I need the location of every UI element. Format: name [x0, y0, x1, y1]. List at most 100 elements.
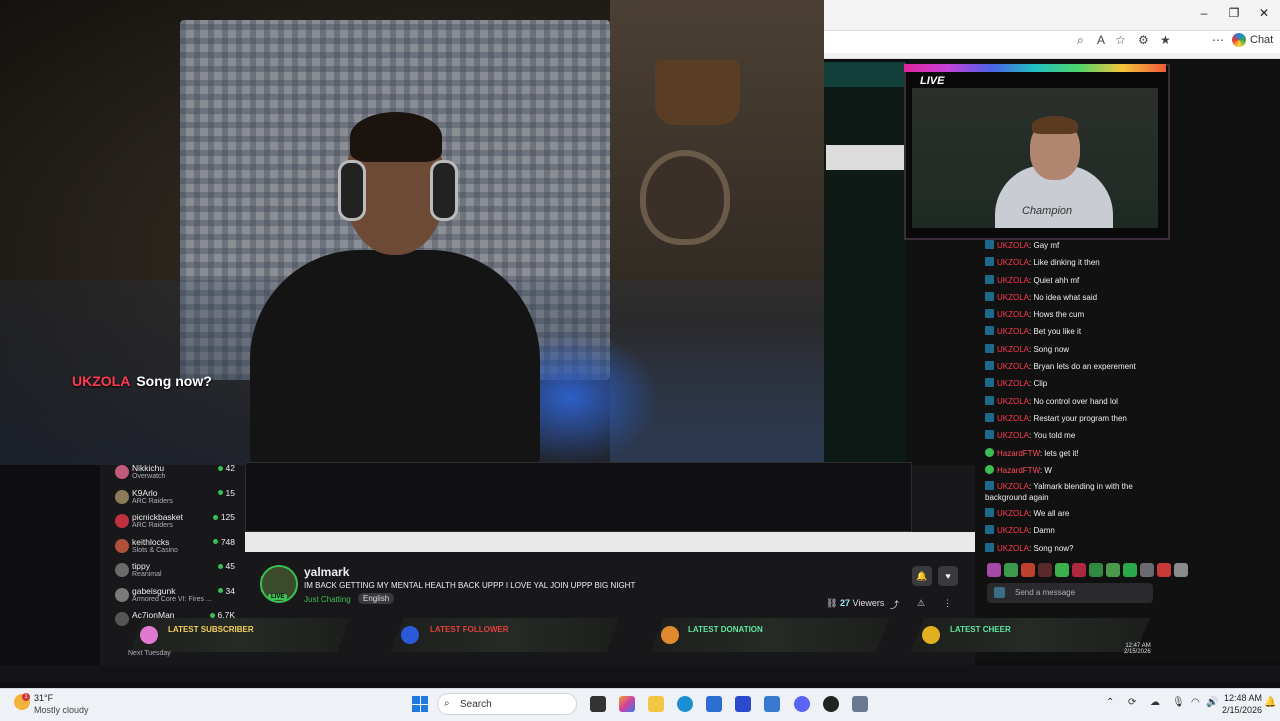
- volume-icon[interactable]: 🔊: [1206, 697, 1218, 708]
- tray-cloud-icon[interactable]: ☁: [1150, 697, 1160, 708]
- viewers-icon: ⛓: [826, 598, 838, 608]
- windows-start-icon[interactable]: [412, 696, 428, 712]
- tray-app-icon[interactable]: ⟳: [1128, 697, 1136, 708]
- weather-description[interactable]: Mostly cloudy: [34, 705, 89, 715]
- channel-viewer-count: 42: [225, 463, 235, 473]
- more-menu-icon[interactable]: ⋯: [1212, 33, 1224, 47]
- chat-text: W: [1044, 465, 1052, 475]
- chat-text: We all are: [1033, 509, 1070, 519]
- followed-channel-item[interactable]: K9Arlo ARC Raiders 15: [110, 487, 240, 512]
- favorite-star-icon[interactable]: ☆: [1115, 33, 1126, 47]
- followed-channel-item[interactable]: Nikkichu Overwatch 42: [110, 462, 240, 487]
- edge-browser-icon[interactable]: [677, 696, 693, 712]
- microphone-icon[interactable]: 🎙: [1172, 697, 1185, 708]
- emote-icon[interactable]: [1123, 563, 1137, 577]
- share-icon[interactable]: ⤴: [890, 598, 899, 611]
- chat-username[interactable]: UKZOLA: [997, 258, 1029, 267]
- chat-username[interactable]: UKZOLA: [997, 526, 1029, 535]
- stream-title: IM BACK GETTING MY MENTAL HEALTH BACK UP…: [304, 581, 636, 590]
- subscriber-star-icon: [140, 626, 158, 644]
- emote-icon[interactable]: [1055, 563, 1069, 577]
- chat-username[interactable]: UKZOLA: [997, 379, 1029, 388]
- task-view-icon[interactable]: [590, 696, 606, 712]
- mail-icon[interactable]: [764, 696, 780, 712]
- apple-decoration: [640, 150, 730, 245]
- emote-icon[interactable]: [1174, 563, 1188, 577]
- followed-channel-item[interactable]: gabeisgunk Armored Core VI: Fires ... 34: [110, 585, 240, 610]
- nested-windows-taskbar: [0, 665, 1280, 682]
- follow-heart-icon[interactable]: ♥: [938, 566, 958, 586]
- wifi-icon[interactable]: ◠: [1191, 697, 1200, 708]
- notification-bell-icon[interactable]: 🔔: [912, 566, 932, 586]
- chat-username[interactable]: UKZOLA: [997, 345, 1029, 354]
- emote-icon[interactable]: [1106, 563, 1120, 577]
- report-icon[interactable]: ⚠: [917, 598, 925, 609]
- obs-icon[interactable]: [823, 696, 839, 712]
- channel-viewer-count: 15: [225, 487, 235, 498]
- taskbar-search-input[interactable]: Search: [437, 693, 577, 715]
- followed-channel-item[interactable]: keithlocks Slots & Casino 748: [110, 536, 240, 561]
- chat-username[interactable]: UKZOLA: [997, 482, 1029, 491]
- emote-icon[interactable]: [1157, 563, 1171, 577]
- emote-icon[interactable]: [1004, 563, 1018, 577]
- send-message-input[interactable]: Send a message: [987, 583, 1153, 603]
- emote-icon[interactable]: [987, 563, 1001, 577]
- chat-message: UKZOLA: No idea what said: [985, 289, 1163, 306]
- latest-donation-label: LATEST DONATION: [688, 625, 763, 634]
- chat-message-list[interactable]: UKZOLA: Gay mf UKZOLA: Like dinking it th…: [985, 237, 1163, 557]
- chat-badge-icon: [985, 447, 994, 457]
- favorites-icon[interactable]: ★: [1160, 33, 1171, 47]
- emote-icon[interactable]: [1038, 563, 1052, 577]
- emote-icon[interactable]: [1072, 563, 1086, 577]
- chat-username[interactable]: UKZOLA: [997, 509, 1029, 518]
- chat-username[interactable]: UKZOLA: [997, 431, 1029, 440]
- chat-username[interactable]: UKZOLA: [997, 362, 1029, 371]
- nested-taskbar: [245, 532, 975, 552]
- chat-username[interactable]: UKZOLA: [997, 327, 1029, 336]
- chat-username[interactable]: UKZOLA: [997, 241, 1029, 250]
- chat-username[interactable]: UKZOLA: [997, 397, 1029, 406]
- more-options-icon[interactable]: ⋮: [943, 598, 952, 609]
- viewer-count: ⛓ 27 Viewers: [826, 598, 884, 609]
- dropbox-icon[interactable]: [735, 696, 751, 712]
- channel-avatar: [115, 489, 129, 504]
- chat-message: HazardFTW: lets get it!: [985, 445, 1163, 462]
- minimize-button[interactable]: –: [1190, 6, 1218, 20]
- followed-channel-item[interactable]: picnickbasket ARC Raiders 125: [110, 511, 240, 536]
- emote-icon[interactable]: [1089, 563, 1103, 577]
- copilot-chat-button[interactable]: Chat: [1232, 33, 1273, 47]
- emote-icon[interactable]: [1140, 563, 1154, 577]
- stream-tag[interactable]: English: [358, 593, 395, 604]
- chat-username[interactable]: UKZOLA: [997, 310, 1029, 319]
- extensions-icon[interactable]: ⚙: [1138, 33, 1149, 47]
- chat-username[interactable]: HazardFTW: [997, 466, 1040, 475]
- chat-message: UKZOLA: Yalmark blending in with the bac…: [985, 479, 1163, 505]
- chat-message: UKZOLA: Song now: [985, 341, 1163, 358]
- stream-category[interactable]: Just Chatting: [304, 595, 351, 604]
- file-explorer-icon[interactable]: [648, 696, 664, 712]
- live-dot-icon: [217, 563, 223, 569]
- read-aloud-icon[interactable]: A: [1097, 33, 1105, 47]
- followed-channel-item[interactable]: tippy Reanimal 45: [110, 560, 240, 585]
- zoom-icon[interactable]: ⌕: [1077, 33, 1084, 48]
- chat-text: Song now?: [1033, 543, 1074, 553]
- tray-chevron-icon[interactable]: ⌃: [1106, 697, 1114, 708]
- chat-username[interactable]: UKZOLA: [997, 544, 1029, 553]
- chat-username[interactable]: UKZOLA: [997, 276, 1029, 285]
- notifications-icon[interactable]: 🔔: [1264, 697, 1276, 708]
- settings-icon[interactable]: [852, 696, 868, 712]
- store-icon[interactable]: [706, 696, 722, 712]
- chat-text: You told me: [1033, 431, 1076, 441]
- maximize-button[interactable]: ❐: [1220, 6, 1248, 20]
- weather-temperature[interactable]: 31°F: [34, 693, 53, 703]
- chat-username[interactable]: HazardFTW: [997, 449, 1040, 458]
- taskbar-clock[interactable]: 12:48 AM 2/15/2026: [1222, 692, 1262, 716]
- copilot-app-icon[interactable]: [619, 696, 635, 712]
- discord-icon[interactable]: [794, 696, 810, 712]
- chat-badge-icon: [985, 378, 994, 388]
- emote-icon[interactable]: [1021, 563, 1035, 577]
- chat-username[interactable]: UKZOLA: [997, 293, 1029, 302]
- close-button[interactable]: ✕: [1250, 6, 1278, 20]
- streamer-name[interactable]: yalmark: [304, 565, 349, 579]
- chat-username[interactable]: UKZOLA: [997, 414, 1029, 423]
